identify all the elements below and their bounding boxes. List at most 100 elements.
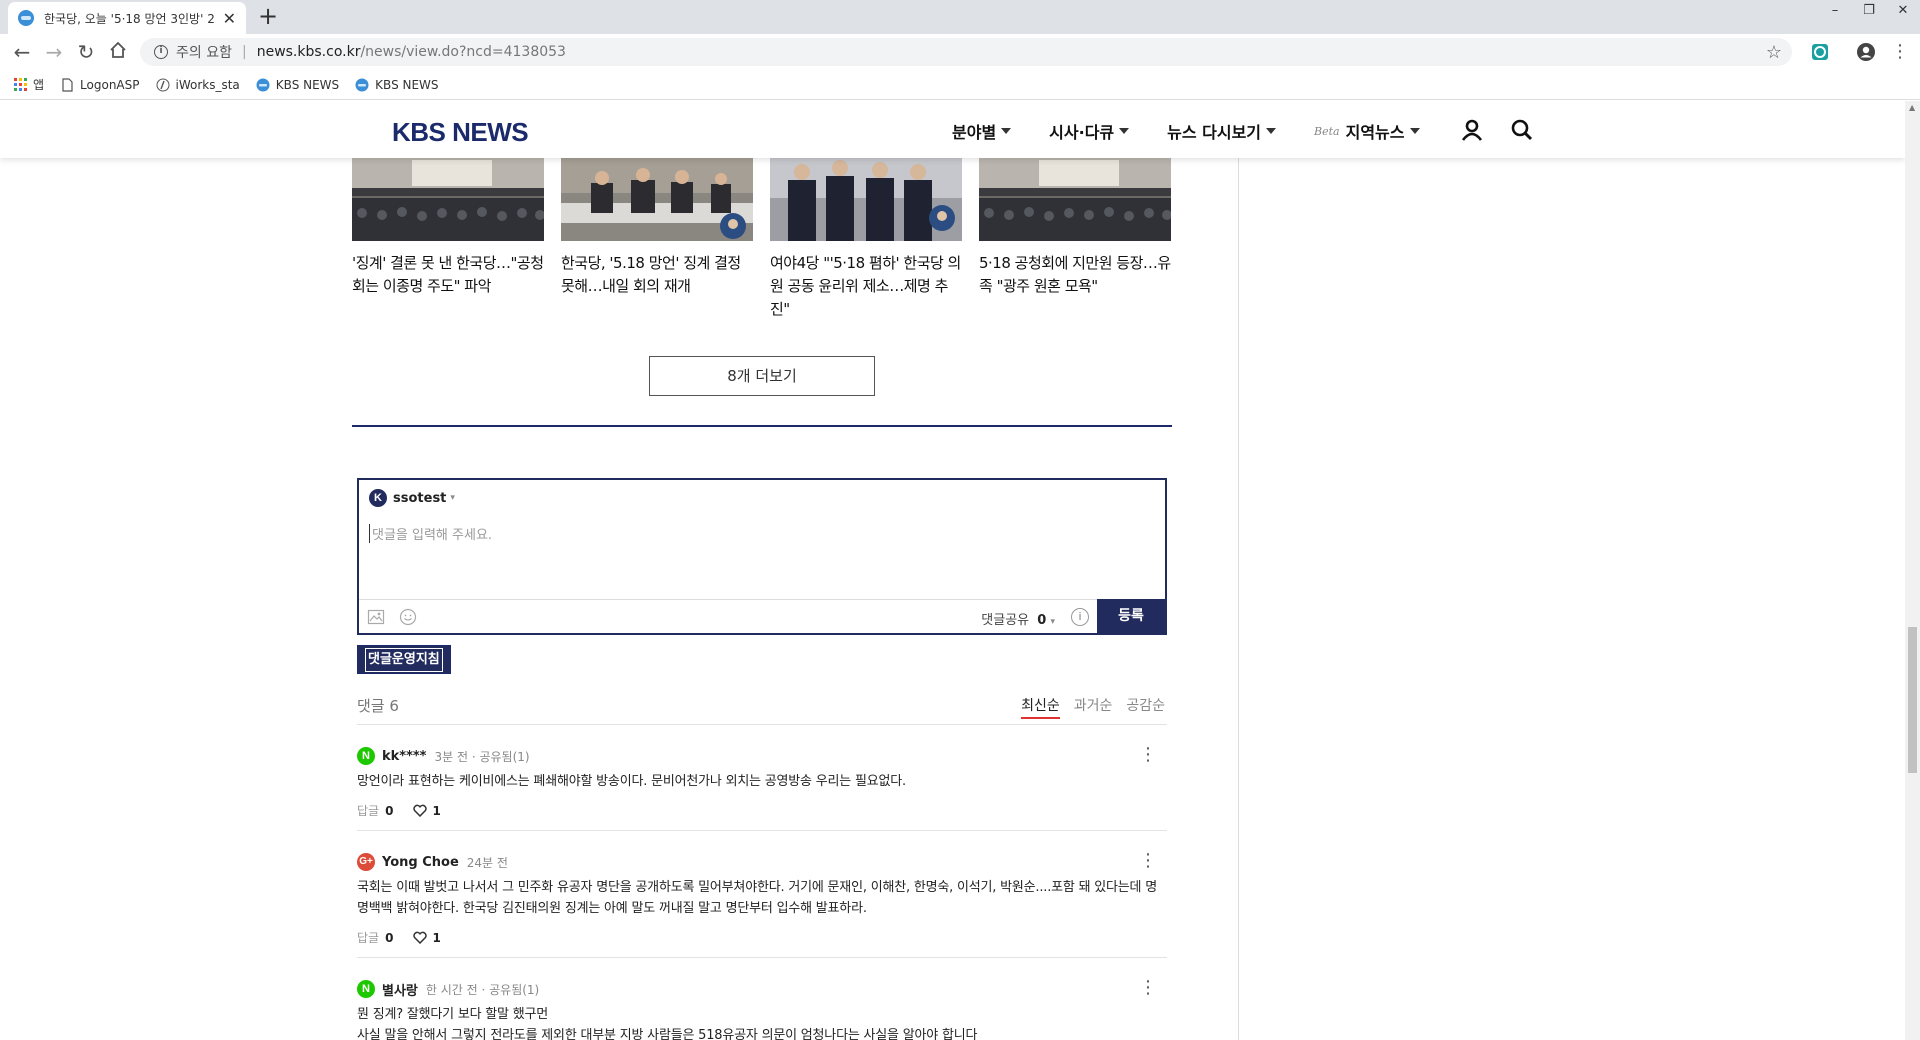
browser-tab-bar: 한국당, 오늘 '5·18 망언 3인방' 2 ✕ + – ❐ ✕ [0,0,1920,34]
page-icon [62,77,73,92]
scroll-up-arrow-icon[interactable]: ▲ [1909,103,1915,112]
dropdown-arrow-icon: ▾ [1050,617,1055,627]
user-icon[interactable] [1460,118,1484,142]
comment-policy-label: 댓글운영지침 [365,648,443,672]
comment-item: N 별사랑 한 시간 전 · 공유됨(1) ⋮ 뭔 징계? 잘했다기 보다 할말… [357,979,1167,1040]
scrollbar-thumb[interactable] [1908,627,1917,773]
reply-label: 답글 [357,931,380,945]
related-news-title: '징계' 결론 못 낸 한국당…"공청회는 이종명 주도" 파악 [352,254,544,295]
browser-tab[interactable]: 한국당, 오늘 '5·18 망언 3인방' 2 ✕ [8,2,246,34]
sort-newest[interactable]: 최신순 [1021,695,1060,719]
comment-author: 별사랑 [382,983,418,999]
nav-item-category[interactable]: 분야별 [952,119,1012,143]
comment-item: G+ Yong Choe 24분 전 ⋮ 국회는 이때 발벗고 나서서 그 민주… [357,852,1167,958]
nav-item-local[interactable]: Beta 지역뉴스 [1314,119,1420,143]
naver-provider-icon: N [357,980,375,998]
address-bar[interactable]: i 주의 요함 | news.kbs.co.kr /news/view.do?n… [140,38,1792,66]
new-tab-button[interactable]: + [258,2,278,30]
nav-item-replay[interactable]: 뉴스 다시보기 [1167,119,1277,143]
comment-share-toggle[interactable]: 댓글공유 0 ▾ [981,609,1055,628]
news-thumbnail [561,158,753,241]
comment-more-icon[interactable]: ⋮ [1139,746,1157,764]
bookmark-label: KBS NEWS [275,77,340,92]
menu-kebab-icon[interactable]: ⋮ [1888,40,1912,64]
restore-icon[interactable]: ❐ [1852,0,1886,22]
related-news-card[interactable]: 5·18 공청회에 지만원 등장…유족 "광주 원혼 모욕" [979,158,1171,298]
nav-label: 지역뉴스 [1345,123,1405,142]
naver-provider-icon: N [357,747,375,765]
submit-comment-button[interactable]: 등록 [1097,599,1165,633]
kbs-account-icon: K [369,489,387,507]
news-thumbnail [979,158,1171,241]
image-upload-icon[interactable] [367,608,385,626]
kbs-icon [256,78,270,91]
share-label: 댓글공유 [981,613,1030,628]
comment-time: 한 시간 전 · 공유됨(1) [425,982,540,997]
home-icon[interactable] [106,40,130,64]
nav-label: 뉴스 다시보기 [1167,123,1262,142]
bookmark-kbs-news-2[interactable]: KBS NEWS [355,78,439,92]
news-thumbnail [352,158,544,241]
page-viewport: KBS NEWS 분야별 시사·다큐 뉴스 다시보기 Beta 지역뉴스 '징계… [0,101,1905,1040]
comment-more-icon[interactable]: ⋮ [1139,979,1157,997]
reply-label: 답글 [357,804,380,818]
comment-author: Yong Choe [382,854,459,870]
forward-icon[interactable]: → [42,40,66,64]
emoticon-icon[interactable] [399,608,417,626]
reply-button[interactable]: 답글 0 [357,929,393,946]
profile-icon[interactable] [1856,42,1876,62]
browser-toolbar: ← → ↻ i 주의 요함 | news.kbs.co.kr /news/vie… [0,34,1920,70]
bookmark-star-icon[interactable]: ☆ [1766,42,1782,63]
extension-icon[interactable] [1810,42,1830,62]
related-news-card[interactable]: '징계' 결론 못 낸 한국당…"공청회는 이종명 주도" 파악 [352,158,544,298]
reply-button[interactable]: 답글 0 [357,802,393,819]
site-info-icon[interactable]: i [154,45,168,59]
bookmark-kbs-news-1[interactable]: KBS NEWS [256,78,339,92]
related-news-title: 여야4당 "'5·18 폄하' 한국당 의원 공동 윤리위 제소…제명 추진" [770,254,961,318]
bookmark-logonasp[interactable]: LogonASP [60,77,140,92]
comment-more-icon[interactable]: ⋮ [1139,852,1157,870]
bookmarks-bar: 앱 LogonASP iWorks_sta KBS NEWS KBS NEWS [0,70,1920,100]
close-tab-icon[interactable]: ✕ [223,9,236,28]
apps-grid-icon [14,78,27,91]
security-warning: 주의 요함 [176,45,232,61]
minimize-icon[interactable]: – [1818,0,1852,22]
more-news-button[interactable]: 8개 더보기 [649,356,875,396]
page-scrollbar[interactable]: ▲ [1905,101,1920,1040]
bookmark-iworks[interactable]: iWorks_sta [156,78,240,92]
close-window-icon[interactable]: ✕ [1886,0,1920,22]
info-icon[interactable]: i [1071,608,1089,626]
editor-username: ssotest [393,490,447,506]
bookmark-apps[interactable]: 앱 [14,76,44,93]
section-divider [352,425,1172,427]
like-button[interactable]: 1 [413,930,441,945]
back-icon[interactable]: ← [10,40,34,64]
nav-label: 시사·다큐 [1049,123,1115,142]
comment-editor: K ssotest ▾ 댓글을 입력해 주세요. 댓글공유 0 ▾ i 등록 [357,478,1167,635]
comment-time: 3분 전 · 공유됨(1) [434,749,530,764]
search-icon[interactable] [1510,118,1534,142]
related-news-card[interactable]: 한국당, '5.18 망언' 징계 결정 못해…내일 회의 재개 [561,158,753,298]
like-count: 1 [432,930,441,945]
kbs-news-logo[interactable]: KBS NEWS [392,117,529,148]
reload-icon[interactable]: ↻ [74,40,98,64]
related-news-title: 한국당, '5.18 망언' 징계 결정 못해…내일 회의 재개 [561,254,741,295]
comment-sort-tabs: 최신순 과거순 공감순 [1007,695,1165,719]
nav-item-docu[interactable]: 시사·다큐 [1049,119,1130,143]
caret-down-icon [1001,128,1012,134]
comment-meta: N kk**** 3분 전 · 공유됨(1) [357,746,1167,766]
heart-icon [413,804,428,817]
iworks-icon [156,78,169,91]
dropdown-arrow-icon: ▾ [450,493,455,503]
comment-input[interactable]: 댓글을 입력해 주세요. [369,524,492,543]
comment-body: 국회는 이때 발벗고 나서서 그 민주화 유공자 명단을 공개하도록 밀어부쳐야… [357,880,1158,916]
comment-policy-button[interactable]: 댓글운영지침 [357,645,451,674]
related-news-card[interactable]: 여야4당 "'5·18 폄하' 한국당 의원 공동 윤리위 제소…제명 추진" [770,158,962,321]
editor-user[interactable]: K ssotest ▾ [369,489,455,507]
sort-likes[interactable]: 공감순 [1126,695,1165,719]
like-button[interactable]: 1 [413,804,441,818]
comment-actions: 답글 0 1 [357,802,1167,819]
caret-down-icon [1409,128,1420,134]
sort-oldest[interactable]: 과거순 [1074,695,1113,719]
related-news-title: 5·18 공청회에 지만원 등장…유족 "광주 원혼 모욕" [979,254,1171,295]
